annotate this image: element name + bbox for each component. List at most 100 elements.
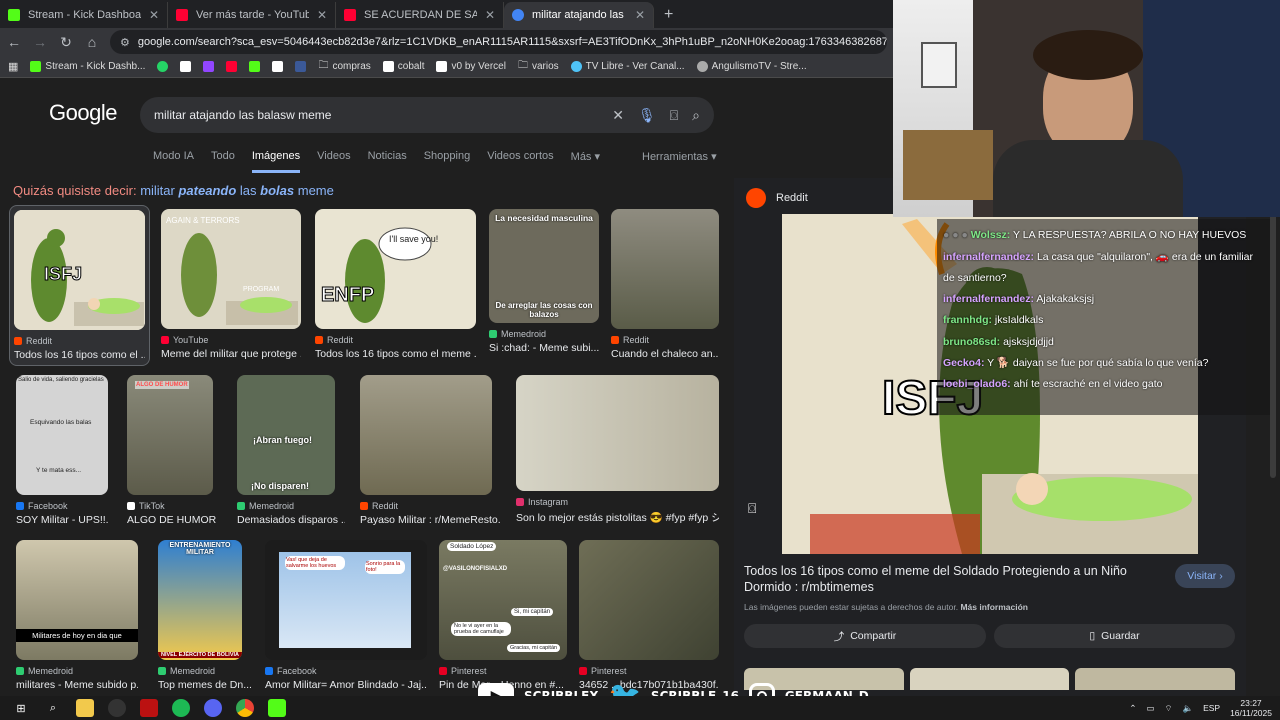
tab-youtube-santierno[interactable]: SE ACUERDAN DE SANTIERNO ✕ — [336, 2, 504, 28]
thumb[interactable] — [909, 668, 1070, 690]
tab-noticias[interactable]: Noticias — [368, 150, 407, 173]
result-card[interactable]: Militares de hoy en dia que Memedroid mi… — [16, 540, 138, 691]
bookmark-x[interactable] — [180, 61, 192, 72]
tab-shopping[interactable]: Shopping — [424, 150, 471, 173]
panel-title[interactable]: Todos los 16 tipos como el meme del Sold… — [744, 563, 1164, 595]
result-card[interactable]: Vas! que deja de salvarme los huevos Son… — [265, 540, 427, 691]
close-icon[interactable]: ✕ — [149, 8, 159, 22]
panel-site-name: Reddit — [776, 192, 808, 204]
spell-word: las — [239, 183, 257, 198]
bookmark-kick[interactable]: Stream - Kick Dashb... — [30, 61, 145, 72]
tab-title: SE ACUERDAN DE SANTIERNO — [364, 9, 477, 21]
result-card[interactable]: La necesidad masculina De arreglar las c… — [489, 209, 599, 354]
bookmark-kick-2[interactable] — [249, 61, 261, 72]
bookmark-cobalt[interactable]: cobalt — [382, 61, 424, 72]
chat-user: Wolssz: — [970, 229, 1011, 241]
search-icon[interactable]: ⌕ — [44, 699, 62, 717]
tab-youtube-later[interactable]: Ver más tarde - YouTube ✕ — [168, 2, 336, 28]
lens-search-icon[interactable]: ⌼ — [748, 500, 756, 517]
bookmark-youtube[interactable] — [226, 61, 238, 72]
spell-link[interactable]: militar pateando las bolas meme — [140, 183, 334, 198]
search-icon[interactable]: ⌕ — [692, 107, 700, 124]
new-tab-button[interactable]: + — [654, 2, 683, 28]
result-card[interactable]: ISFJ Reddit Todos los 16 tipos como el .… — [9, 205, 150, 366]
obs-icon[interactable] — [108, 699, 126, 717]
chevron-up-icon[interactable]: ⌃ — [1129, 703, 1136, 714]
close-icon[interactable]: ✕ — [317, 8, 327, 22]
bookmark-nrl[interactable] — [295, 61, 307, 72]
streamer-app-icon[interactable] — [140, 699, 158, 717]
result-card[interactable]: ENTRENAMIENTO MILITAR NIVEL EJÉRCITO DE … — [158, 540, 253, 691]
close-icon[interactable]: ✕ — [635, 8, 645, 22]
tab-mas[interactable]: Más ▾ — [571, 150, 600, 173]
result-title: Top memes de Dn... — [158, 679, 252, 691]
bookmark-compras[interactable]: 🗀 compras — [318, 58, 370, 75]
scrollbar[interactable] — [1270, 178, 1276, 478]
panel-source[interactable]: Reddit — [746, 188, 808, 208]
clock[interactable]: 23:27 16/11/2025 — [1230, 698, 1272, 718]
file-explorer-icon[interactable] — [76, 699, 94, 717]
system-tray: ⌃ ▭ ⌔ 🔈 ESP 23:27 16/11/2025 — [1129, 696, 1272, 720]
tab-kick[interactable]: Stream - Kick Dashboard ✕ — [0, 2, 168, 28]
meme-caption: De arreglar las cosas con balazos — [495, 301, 593, 319]
wifi-icon[interactable]: ⌔ — [1164, 703, 1172, 714]
result-card[interactable]: ALGO DE HUMOR TikTok ALGO DE HUMOR... — [127, 375, 217, 526]
chat-user: loebi_olado6: — [943, 378, 1011, 390]
tab-modo-ia[interactable]: Modo IA — [153, 150, 194, 173]
result-card[interactable]: Soldado López @VASILONOFISIALXD Si, mi c… — [439, 540, 567, 691]
search-box[interactable]: ✕ 🎙 ⌼ ⌕ — [140, 97, 714, 133]
result-card[interactable]: Salio de vida, saliendo gracielas Esquiv… — [16, 375, 108, 526]
search-input[interactable] — [154, 108, 599, 122]
source-label: TikTok — [139, 501, 165, 511]
bookmark-twitch[interactable] — [203, 61, 215, 72]
result-card[interactable]: ¡Abran fuego! ¡No disparen! Memedroid De… — [237, 375, 345, 526]
meme-caption: Soldado López — [447, 542, 497, 551]
result-source: Reddit — [14, 336, 145, 346]
language-indicator[interactable]: ESP — [1203, 703, 1220, 713]
share-button[interactable]: ⤴ Compartir — [744, 624, 986, 648]
save-button[interactable]: ▯ Guardar — [994, 624, 1235, 648]
tools-button[interactable]: Herramientas ▾ — [642, 150, 717, 163]
result-card[interactable]: I'll save you! ENFP Reddit Todos los 16 … — [315, 209, 476, 360]
bookmark-whatsapp[interactable] — [157, 61, 169, 72]
bookmark-angulismo[interactable]: AngulismoTV - Stre... — [696, 61, 807, 72]
tab-videos-cortos[interactable]: Videos cortos — [487, 150, 553, 173]
lens-icon[interactable]: ⌼ — [670, 107, 678, 124]
clear-icon[interactable]: ✕ — [612, 107, 624, 124]
bookmark-b[interactable] — [272, 61, 284, 72]
bookmark-v0[interactable]: v0 by Vercel — [436, 61, 506, 72]
mic-icon[interactable]: 🎙 — [638, 107, 656, 124]
result-source: Memedroid — [489, 329, 599, 339]
tab-videos[interactable]: Videos — [317, 150, 350, 173]
windows-start-icon[interactable]: ⊞ — [12, 699, 30, 717]
chrome-icon[interactable] — [236, 699, 254, 717]
network-icon[interactable]: ▭ — [1146, 703, 1154, 714]
close-icon[interactable]: ✕ — [485, 8, 495, 22]
tab-todo[interactable]: Todo — [211, 150, 235, 173]
result-card[interactable]: Instagram Son lo mejor estás pistolitas … — [516, 375, 719, 525]
thumb[interactable] — [1075, 668, 1236, 690]
url-input[interactable]: ⚙ google.com/search?sca_esv=5046443ecb82… — [110, 30, 887, 54]
kick-icon[interactable] — [268, 699, 286, 717]
result-title: Son lo mejor estás pistolitas 😎 #fyp #fy… — [516, 512, 719, 524]
apps-icon[interactable]: ▦ — [8, 60, 18, 73]
spotify-icon[interactable] — [172, 699, 190, 717]
reload-icon[interactable]: ↻ — [58, 34, 74, 51]
visit-button[interactable]: Visitar › — [1175, 564, 1235, 588]
result-card[interactable]: AGAIN & TERRORS PROGRAM YouTube Meme del… — [161, 209, 301, 360]
bookmark-varios[interactable]: 🗀 varios — [518, 58, 559, 75]
tab-google-search[interactable]: militar atajando las balasw me ✕ — [504, 2, 654, 28]
google-logo[interactable]: Google — [49, 100, 117, 126]
tab-imagenes[interactable]: Imágenes — [251, 150, 301, 173]
result-card[interactable]: Reddit Payaso Militar : r/MemeResto... — [360, 375, 500, 526]
back-icon[interactable]: ← — [6, 34, 22, 50]
volume-icon[interactable]: 🔈 — [1182, 703, 1193, 714]
result-card[interactable]: Pinterest 34652 ...bdc17b071b1ba430f... — [579, 540, 719, 691]
result-card[interactable]: Reddit Cuando el chaleco an... — [611, 209, 719, 360]
bookmark-tvlibre[interactable]: TV Libre - Ver Canal... — [570, 61, 685, 72]
forward-icon[interactable]: → — [32, 34, 48, 50]
more-info-link[interactable]: Más información — [960, 602, 1028, 612]
discord-icon[interactable] — [204, 699, 222, 717]
home-icon[interactable]: ⌂ — [84, 34, 100, 50]
site-info-icon[interactable]: ⚙ — [120, 36, 130, 49]
